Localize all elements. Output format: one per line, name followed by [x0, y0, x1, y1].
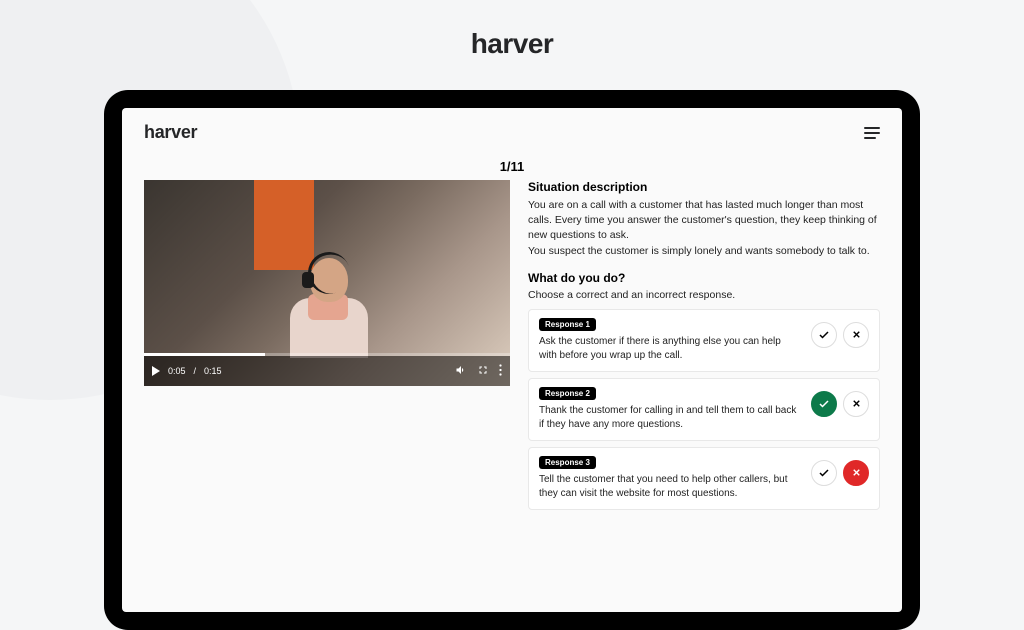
app-logo: harver	[144, 122, 197, 143]
app-screen: harver 1/11	[122, 108, 902, 612]
fullscreen-icon[interactable]	[477, 364, 489, 378]
response-badge: Response 1	[539, 318, 596, 331]
hamburger-menu-icon[interactable]	[864, 127, 880, 139]
video-controls: 0:05 / 0:15	[144, 356, 510, 386]
time-separator: /	[194, 366, 197, 376]
video-duration: 0:15	[204, 366, 222, 376]
mark-correct-button[interactable]	[811, 391, 837, 417]
question-panel: Situation description You are on a call …	[528, 180, 880, 516]
device-frame: harver 1/11	[104, 90, 920, 630]
situation-description: You are on a call with a customer that h…	[528, 198, 880, 259]
mark-correct-button[interactable]	[811, 322, 837, 348]
volume-icon[interactable]	[455, 364, 467, 378]
response-text: Thank the customer for calling in and te…	[539, 404, 801, 432]
mark-incorrect-button[interactable]	[843, 322, 869, 348]
progress-counter: 1/11	[122, 159, 902, 174]
mark-correct-button[interactable]	[811, 460, 837, 486]
mark-incorrect-button[interactable]	[843, 460, 869, 486]
video-player[interactable]: 0:05 / 0:15	[144, 180, 510, 386]
main-content: 0:05 / 0:15	[122, 174, 902, 538]
response-badge: Response 2	[539, 387, 596, 400]
question-title: What do you do?	[528, 271, 880, 285]
video-panel: 0:05 / 0:15	[144, 180, 510, 516]
question-instruction: Choose a correct and an incorrect respon…	[528, 289, 880, 301]
response-badge: Response 3	[539, 456, 596, 469]
play-icon[interactable]	[152, 366, 160, 376]
app-header: harver	[122, 108, 902, 149]
response-text: Ask the customer if there is anything el…	[539, 335, 801, 363]
situation-title: Situation description	[528, 180, 880, 194]
response-card: Response 2 Thank the customer for callin…	[528, 378, 880, 441]
more-options-icon[interactable]	[499, 364, 502, 378]
video-current-time: 0:05	[168, 366, 186, 376]
response-card: Response 3 Tell the customer that you ne…	[528, 447, 880, 510]
response-card: Response 1 Ask the customer if there is …	[528, 309, 880, 372]
response-text: Tell the customer that you need to help …	[539, 473, 801, 501]
mark-incorrect-button[interactable]	[843, 391, 869, 417]
